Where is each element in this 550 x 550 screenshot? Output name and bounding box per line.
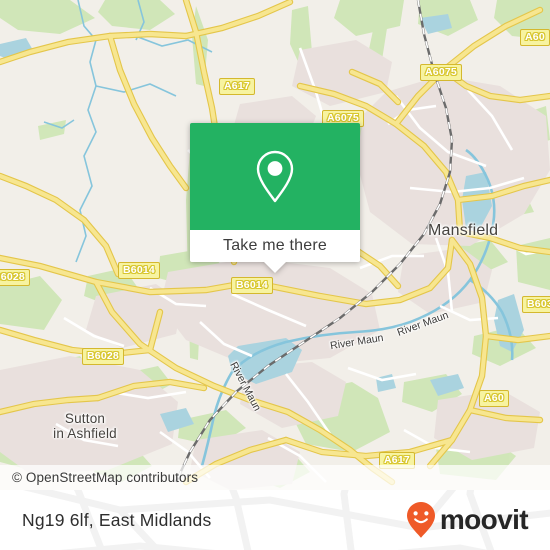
card-pointer-tail — [264, 262, 286, 273]
card-footer[interactable]: Take me there — [190, 230, 360, 262]
place-label-mansfield: Mansfield — [428, 222, 499, 239]
road-shield: A6075 — [420, 64, 462, 81]
road-shield: A617 — [219, 78, 255, 95]
road-shield: B6014 — [231, 277, 273, 294]
road-shield: A60 — [520, 29, 550, 46]
road-shield: A60 — [479, 390, 509, 407]
card-header — [190, 123, 360, 230]
map-attribution-bar: © OpenStreetMap contributors — [0, 465, 550, 490]
take-me-there-label: Take me there — [223, 237, 327, 254]
moovit-map-page: A617 A6075 A6075 A60 B6014 B6014 B6028 B… — [0, 0, 550, 550]
road-shield: B6034 — [522, 296, 550, 313]
page-footer: Ng19 6lf, East Midlands moovit — [0, 490, 550, 550]
road-shield: B6028 — [82, 348, 124, 365]
map-pin-icon — [256, 150, 294, 202]
attribution-text: © OpenStreetMap contributors — [12, 470, 199, 485]
moovit-logo[interactable]: moovit — [405, 501, 529, 539]
place-label-sutton-in-ashfield: Sutton in Ashfield — [53, 411, 117, 441]
take-me-there-card[interactable]: Take me there — [190, 123, 360, 273]
location-title: Ng19 6lf, East Midlands — [22, 509, 212, 530]
road-shield: B6014 — [118, 262, 160, 279]
moovit-pin-smile-icon — [406, 502, 435, 538]
road-shield: B6028 — [0, 269, 30, 286]
map-canvas[interactable]: A617 A6075 A6075 A60 B6014 B6014 B6028 B… — [0, 0, 550, 490]
moovit-wordmark: moovit — [439, 504, 529, 535]
